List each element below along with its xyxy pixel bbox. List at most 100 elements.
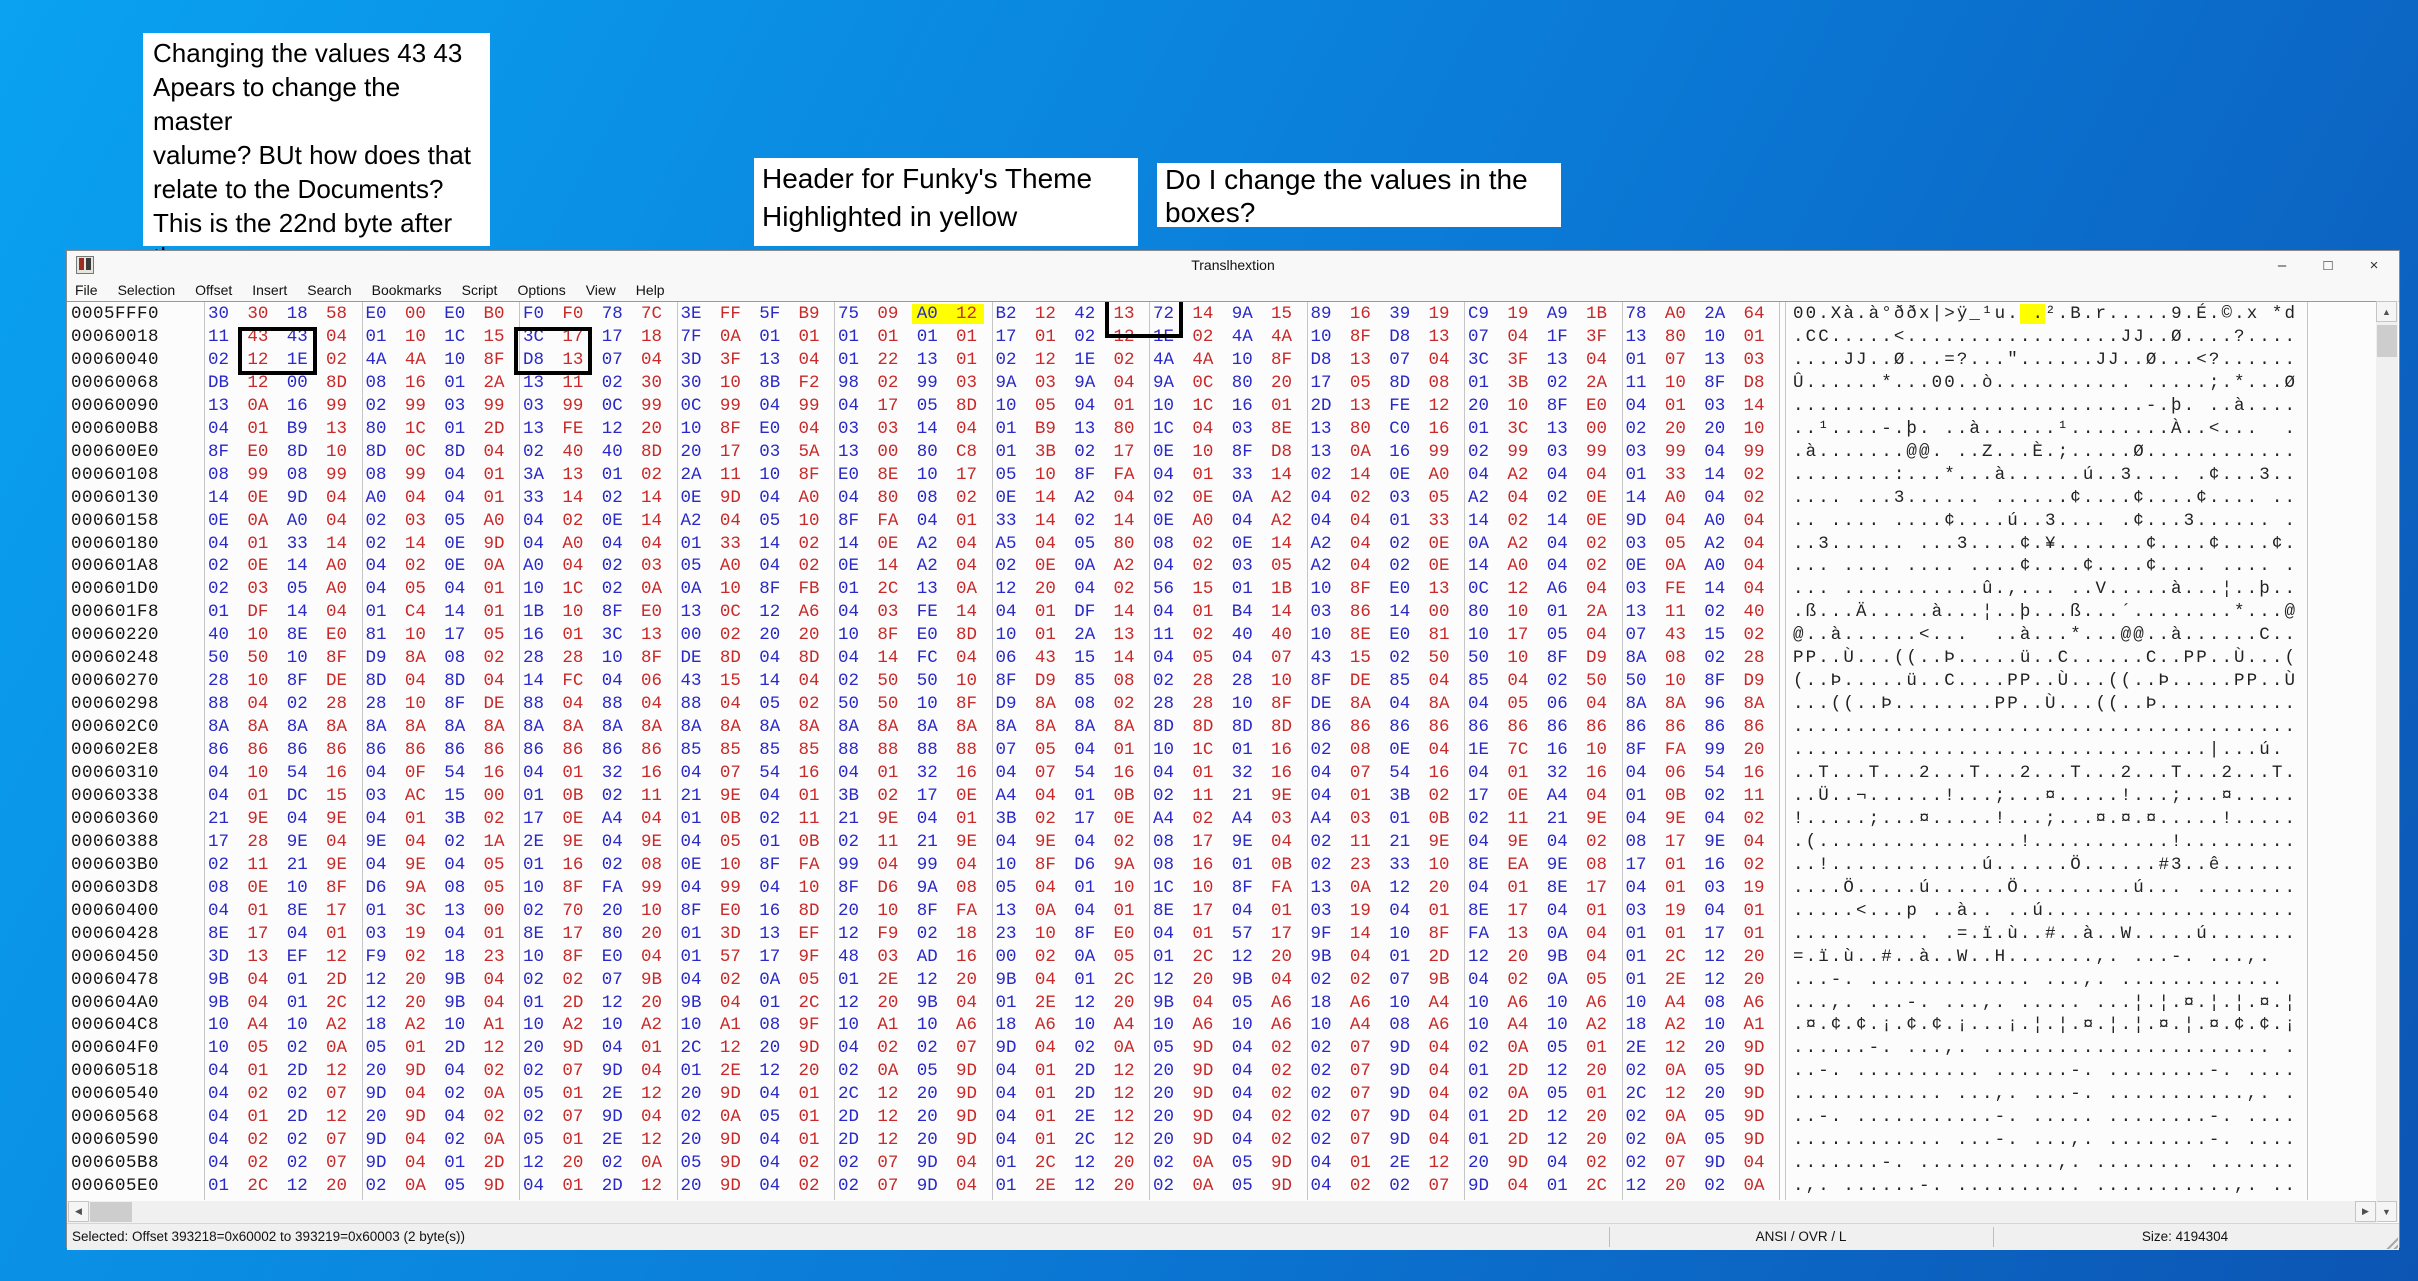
hex-byte[interactable]: 0B <box>799 832 820 852</box>
hex-byte[interactable]: 54 <box>759 763 780 783</box>
hex-byte[interactable]: 9E <box>1035 832 1056 852</box>
hex-byte[interactable]: 2E <box>720 1061 741 1081</box>
hex-byte[interactable]: 20 <box>1153 1061 1174 1081</box>
hex-byte[interactable]: 02 <box>1271 1061 1292 1081</box>
hex-byte[interactable]: 9E <box>641 832 662 852</box>
hex-byte[interactable]: 8F <box>681 901 702 921</box>
hex-byte[interactable]: 04 <box>759 1084 780 1104</box>
hex-byte[interactable]: EF <box>287 947 308 967</box>
ascii-cell[interactable]: .................................|...ú. <box>1793 740 2297 760</box>
hex-byte[interactable]: 04 <box>523 511 544 531</box>
hex-byte[interactable]: 04 <box>1232 1084 1253 1104</box>
hex-byte[interactable]: 03 <box>1704 396 1725 416</box>
hex-byte[interactable]: 9E <box>405 855 426 875</box>
hex-byte[interactable]: DF <box>247 602 268 622</box>
hex-byte[interactable]: 02 <box>917 924 938 944</box>
hex-byte[interactable]: 10 <box>1311 1015 1332 1035</box>
hex-byte[interactable]: FA <box>1468 924 1489 944</box>
hex-byte[interactable]: 03 <box>1744 350 1765 370</box>
ascii-cell[interactable]: ...-. ............. ...,. ............. <box>1793 970 2297 990</box>
hex-byte[interactable]: 02 <box>444 1130 465 1150</box>
hex-byte[interactable]: 20 <box>917 1130 938 1150</box>
hex-byte[interactable]: A2 <box>1507 465 1528 485</box>
hex-byte[interactable]: 02 <box>287 1038 308 1058</box>
hex-byte[interactable]: F9 <box>877 924 898 944</box>
hex-byte[interactable]: 04 <box>917 511 938 531</box>
hex-byte[interactable]: 03 <box>1311 602 1332 622</box>
hex-byte[interactable]: 01 <box>1547 602 1568 622</box>
hex-byte[interactable]: 2A <box>1586 373 1607 393</box>
hex-byte[interactable]: 04 <box>1389 694 1410 714</box>
hex-byte[interactable]: 9D <box>1626 511 1647 531</box>
hex-byte[interactable]: 02 <box>366 534 387 554</box>
hex-byte[interactable]: 86 <box>405 740 426 760</box>
hex-byte[interactable]: 16 <box>799 763 820 783</box>
hex-byte[interactable]: 01 <box>247 1107 268 1127</box>
hex-byte[interactable]: 12 <box>247 373 268 393</box>
hex-byte[interactable]: 9D <box>1507 1153 1528 1173</box>
hex-byte[interactable]: 17 <box>720 442 741 462</box>
hex-byte[interactable]: 9D <box>1192 1084 1213 1104</box>
hex-byte[interactable]: 13 <box>1311 419 1332 439</box>
hex-byte[interactable]: 14 <box>562 488 583 508</box>
hex-byte[interactable]: 01 <box>1350 1153 1371 1173</box>
hex-byte[interactable]: D8 <box>1744 373 1765 393</box>
hex-byte[interactable]: 04 <box>484 671 505 691</box>
hex-byte[interactable]: 8D <box>1153 717 1174 737</box>
hex-byte[interactable]: 33 <box>287 534 308 554</box>
hex-byte[interactable]: 9D <box>1271 1153 1292 1173</box>
hex-byte[interactable]: 23 <box>484 947 505 967</box>
hex-byte[interactable]: 01 <box>1389 947 1410 967</box>
hex-byte[interactable]: A0 <box>1429 465 1450 485</box>
hex-byte[interactable]: 10 <box>1468 1015 1489 1035</box>
hex-byte[interactable]: 8F <box>720 419 741 439</box>
hex-byte[interactable]: E0 <box>326 625 347 645</box>
hex-byte[interactable]: 8F <box>287 671 308 691</box>
hex-byte[interactable]: 04 <box>1153 602 1174 622</box>
hex-byte[interactable]: 10 <box>1232 694 1253 714</box>
menu-item-file[interactable]: File <box>67 282 108 298</box>
hex-byte[interactable]: 12 <box>287 1176 308 1196</box>
hex-byte[interactable]: 17 <box>1192 901 1213 921</box>
hex-byte[interactable]: 04 <box>326 327 347 347</box>
hex-byte[interactable]: 8A <box>247 717 268 737</box>
hex-byte[interactable]: 03 <box>366 786 387 806</box>
hex-byte[interactable]: 33 <box>1232 465 1253 485</box>
hex-byte[interactable]: 02 <box>838 1153 859 1173</box>
hex-byte[interactable]: 01 <box>1232 579 1253 599</box>
hex-byte[interactable]: 21 <box>287 855 308 875</box>
hex-byte[interactable]: 2C <box>247 1176 268 1196</box>
hex-byte[interactable]: 01 <box>444 1153 465 1173</box>
ascii-cell[interactable]: ..-. ...........-. ..... ........-. .... <box>1793 1107 2297 1127</box>
menu-item-view[interactable]: View <box>576 282 626 298</box>
hex-byte[interactable]: 19 <box>405 924 426 944</box>
hex-byte[interactable]: 02 <box>1271 1130 1292 1150</box>
hex-byte[interactable]: 02 <box>1311 1038 1332 1058</box>
hex-byte[interactable]: 9D <box>287 488 308 508</box>
hex-byte[interactable]: 0C <box>602 396 623 416</box>
hex-byte[interactable]: 9D <box>1744 1038 1765 1058</box>
menu-item-insert[interactable]: Insert <box>242 282 297 298</box>
hex-byte[interactable]: 01 <box>1153 947 1174 967</box>
hex-byte[interactable]: 16 <box>1232 396 1253 416</box>
hex-byte[interactable]: 8B <box>759 373 780 393</box>
menu-item-help[interactable]: Help <box>626 282 675 298</box>
hex-byte[interactable]: 20 <box>641 924 662 944</box>
hex-byte[interactable]: 8D <box>1389 373 1410 393</box>
hex-byte[interactable]: 02 <box>720 970 741 990</box>
hex-byte[interactable]: 17 <box>1114 442 1135 462</box>
hex-byte[interactable]: 04 <box>641 947 662 967</box>
hex-byte[interactable]: 01 <box>287 970 308 990</box>
hex-byte[interactable]: 02 <box>366 511 387 531</box>
hex-byte[interactable]: 02 <box>1389 556 1410 576</box>
hex-byte[interactable]: 2C <box>1074 1130 1095 1150</box>
hex-byte[interactable]: 04 <box>208 1084 229 1104</box>
hex-byte[interactable]: 04 <box>287 809 308 829</box>
hex-byte[interactable]: 17 <box>326 901 347 921</box>
hex-byte[interactable]: 07 <box>1389 970 1410 990</box>
hex-byte[interactable]: 8A <box>799 717 820 737</box>
hex-byte[interactable]: 9B <box>996 970 1017 990</box>
hex-byte[interactable]: 01 <box>602 465 623 485</box>
hex-byte[interactable]: 0E <box>247 878 268 898</box>
hex-byte[interactable]: 01 <box>1665 924 1686 944</box>
